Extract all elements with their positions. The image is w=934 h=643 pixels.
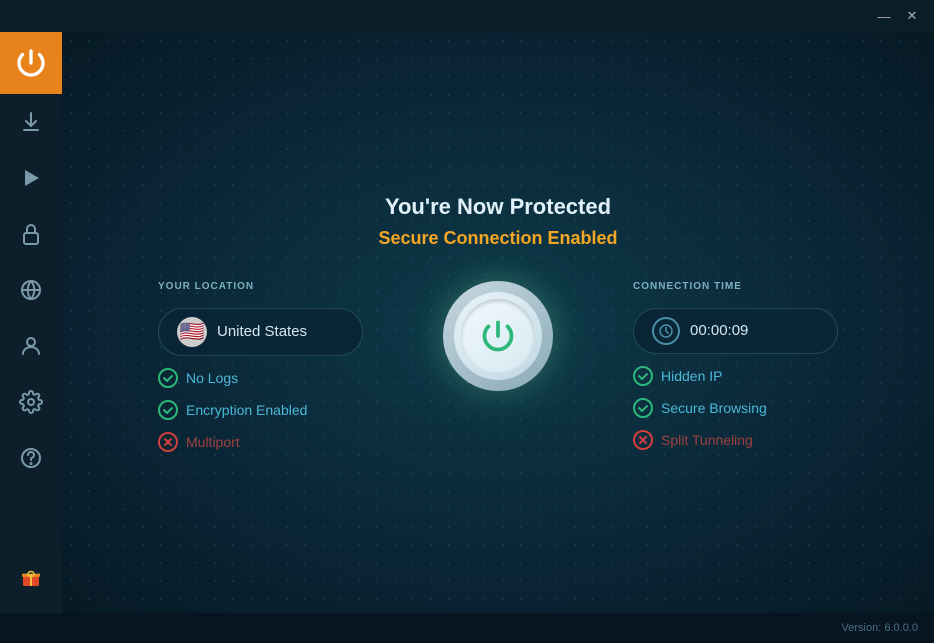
feature-encryption: Encryption Enabled — [158, 400, 363, 420]
connection-time-value: 00:00:09 — [690, 322, 748, 339]
left-col: YOUR LOCATION 🇺🇸 United States No Logs — [158, 281, 363, 452]
feature-split-tunneling: Split Tunneling — [633, 430, 838, 450]
multiport-label: Multiport — [186, 434, 240, 450]
feature-hidden-ip: Hidden IP — [633, 366, 838, 386]
power-btn-face — [461, 299, 535, 373]
flag-icon: 🇺🇸 — [177, 317, 207, 347]
sidebar — [0, 32, 62, 613]
location-badge[interactable]: 🇺🇸 United States — [158, 308, 363, 356]
info-row: YOUR LOCATION 🇺🇸 United States No Logs — [158, 281, 838, 452]
location-value: United States — [217, 323, 307, 340]
sidebar-item-user[interactable] — [0, 318, 62, 374]
minimize-button[interactable]: — — [870, 5, 898, 27]
power-button-center[interactable] — [443, 281, 553, 391]
no-logs-check-icon — [158, 368, 178, 388]
version-text: Version: 6.0.0.0 — [842, 622, 918, 634]
sidebar-item-help[interactable] — [0, 430, 62, 486]
secure-browsing-check-icon — [633, 398, 653, 418]
feature-multiport: Multiport — [158, 432, 363, 452]
connection-time-label: CONNECTION TIME — [633, 281, 838, 292]
no-logs-label: No Logs — [186, 370, 238, 386]
close-button[interactable]: ✕ — [898, 5, 926, 27]
connection-time-badge: 00:00:09 — [633, 308, 838, 354]
multiport-x-icon — [158, 432, 178, 452]
sidebar-item-download[interactable] — [0, 94, 62, 150]
sidebar-item-gift[interactable] — [0, 549, 62, 605]
secure-browsing-label: Secure Browsing — [661, 400, 767, 416]
hidden-ip-check-icon — [633, 366, 653, 386]
title-bar: — ✕ — [0, 0, 934, 32]
version-bar: Version: 6.0.0.0 — [0, 613, 934, 643]
sidebar-item-settings[interactable] — [0, 374, 62, 430]
content-area: You're Now Protected Secure Connection E… — [62, 32, 934, 613]
main-layout: You're Now Protected Secure Connection E… — [0, 32, 934, 613]
sidebar-item-play[interactable] — [0, 150, 62, 206]
split-tunneling-x-icon — [633, 430, 653, 450]
encryption-label: Encryption Enabled — [186, 402, 307, 418]
sidebar-item-ip[interactable] — [0, 262, 62, 318]
sidebar-power-button[interactable] — [0, 32, 62, 94]
secure-connection-text: Secure Connection Enabled — [378, 228, 617, 249]
split-tunneling-label: Split Tunneling — [661, 432, 753, 448]
location-label: YOUR LOCATION — [158, 281, 363, 292]
power-ring-inner — [454, 292, 542, 380]
sidebar-item-lock[interactable] — [0, 206, 62, 262]
hidden-ip-label: Hidden IP — [661, 368, 722, 384]
power-icon — [480, 318, 516, 354]
right-col: CONNECTION TIME 00:00:09 H — [633, 281, 838, 450]
encryption-check-icon — [158, 400, 178, 420]
feature-secure-browsing: Secure Browsing — [633, 398, 838, 418]
clock-icon — [652, 317, 680, 345]
protected-status-text: You're Now Protected — [385, 194, 611, 220]
power-ring-outer — [443, 281, 553, 391]
feature-no-logs: No Logs — [158, 368, 363, 388]
